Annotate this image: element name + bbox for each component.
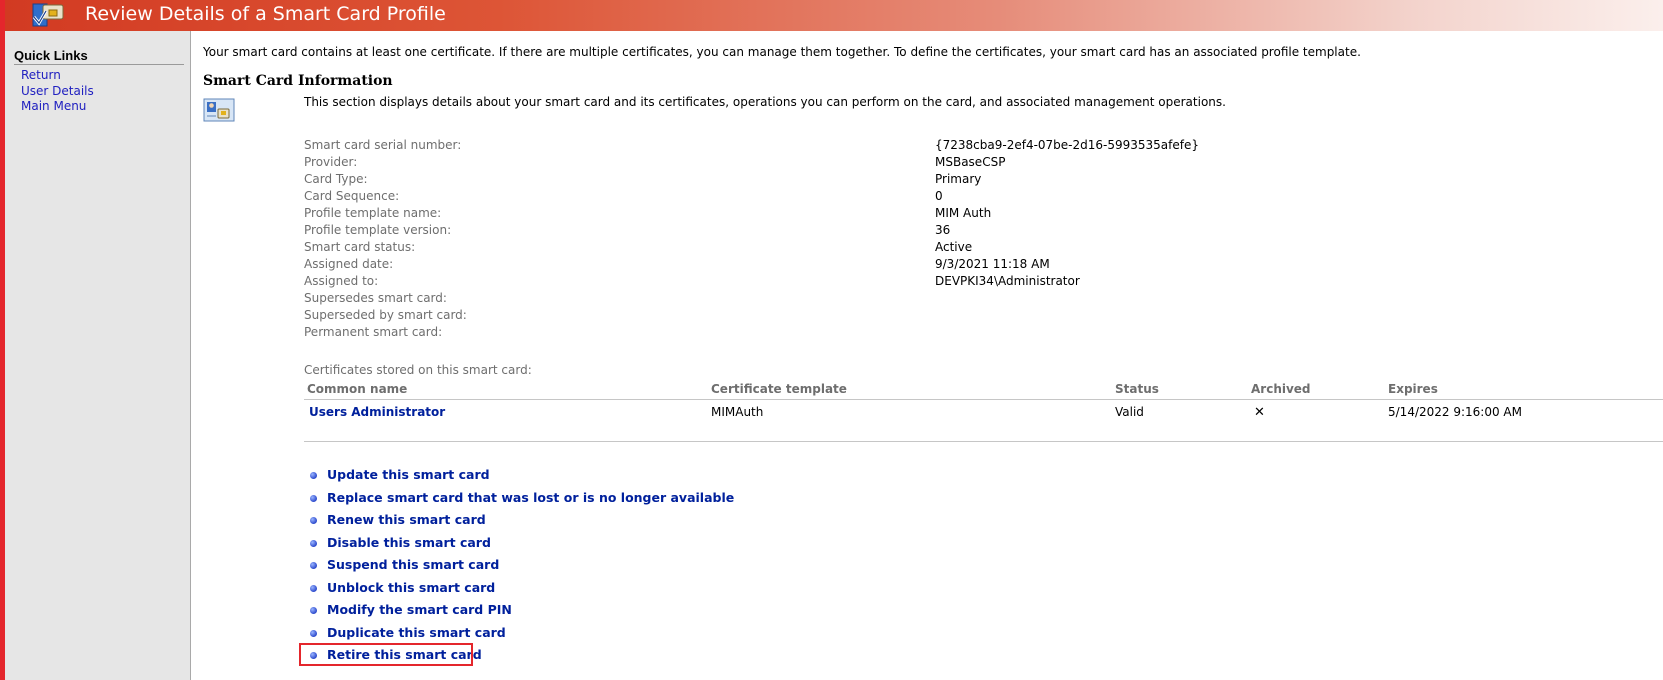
suspend-card-link[interactable]: Suspend this smart card bbox=[327, 554, 499, 577]
detail-label: Supersedes smart card: bbox=[304, 291, 447, 305]
detail-value: 36 bbox=[935, 223, 951, 237]
detail-value: DEVPKI34\Administrator bbox=[935, 274, 1080, 288]
detail-label: Card Type: bbox=[304, 172, 368, 186]
detail-label: Assigned date: bbox=[304, 257, 394, 271]
update-card-link[interactable]: Update this smart card bbox=[327, 464, 490, 487]
column-status: Status bbox=[1115, 382, 1159, 396]
smart-card-info-icon bbox=[203, 98, 235, 122]
table-row: Users Administrator MIMAuth Valid ✕ 5/14… bbox=[304, 400, 1663, 425]
bullet-icon bbox=[310, 539, 317, 547]
unblock-card-link[interactable]: Unblock this smart card bbox=[327, 577, 495, 600]
certificates-table: Common name Certificate template Status … bbox=[304, 379, 1663, 425]
detail-label: Superseded by smart card: bbox=[304, 308, 467, 322]
section-title: Smart Card Information bbox=[203, 73, 393, 89]
bullet-icon bbox=[310, 472, 317, 479]
certificate-expires-cell: 5/14/2022 9:16:00 AM bbox=[1388, 405, 1522, 419]
bullet-icon bbox=[310, 607, 317, 614]
certificate-template-cell: MIMAuth bbox=[711, 405, 764, 419]
renew-card-link[interactable]: Renew this smart card bbox=[327, 509, 486, 532]
column-expires: Expires bbox=[1388, 382, 1438, 396]
detail-label: Smart card status: bbox=[304, 240, 416, 254]
archived-x-icon: ✕ bbox=[1254, 405, 1265, 420]
bullet-icon bbox=[310, 562, 317, 569]
bullet-icon bbox=[310, 629, 317, 637]
intro-text: Your smart card contains at least one ce… bbox=[203, 45, 1361, 59]
bullet-icon bbox=[310, 494, 317, 502]
disable-card-link[interactable]: Disable this smart card bbox=[327, 532, 491, 555]
detail-value: 0 bbox=[935, 189, 943, 203]
quick-link-return[interactable]: Return bbox=[21, 68, 94, 84]
detail-label: Card Sequence: bbox=[304, 189, 400, 203]
detail-value: {7238cba9-2ef4-07be-2d16-5993535afefe} bbox=[935, 138, 1200, 152]
detail-value: MSBaseCSP bbox=[935, 155, 1006, 169]
quick-links-divider bbox=[14, 64, 184, 65]
quick-link-main-menu[interactable]: Main Menu bbox=[21, 99, 94, 115]
highlight-box bbox=[299, 643, 473, 666]
certificate-link[interactable]: Users Administrator bbox=[309, 405, 445, 419]
quick-links-title: Quick Links bbox=[14, 48, 88, 63]
detail-label: Profile template name: bbox=[304, 206, 442, 220]
duplicate-card-link[interactable]: Duplicate this smart card bbox=[327, 622, 506, 645]
certificate-status-cell: Valid bbox=[1115, 405, 1144, 419]
modify-pin-link[interactable]: Modify the smart card PIN bbox=[327, 599, 512, 622]
smart-card-check-icon bbox=[32, 3, 64, 27]
quick-links-sidebar: Quick Links Return User Details Main Men… bbox=[5, 31, 191, 680]
detail-label: Profile template version: bbox=[304, 223, 452, 237]
detail-value: Active bbox=[935, 240, 973, 254]
bullet-icon bbox=[310, 517, 317, 524]
detail-value: 9/3/2021 11:18 AM bbox=[935, 257, 1050, 271]
detail-label: Permanent smart card: bbox=[304, 325, 443, 339]
page-title: Review Details of a Smart Card Profile bbox=[85, 3, 446, 25]
detail-label: Smart card serial number: bbox=[304, 138, 462, 152]
section-description: This section displays details about your… bbox=[304, 95, 1226, 109]
table-bottom-divider bbox=[304, 441, 1663, 442]
detail-value: Primary bbox=[935, 172, 982, 186]
replace-card-link[interactable]: Replace smart card that was lost or is n… bbox=[327, 487, 734, 510]
bullet-icon bbox=[310, 584, 317, 592]
page-header: Review Details of a Smart Card Profile bbox=[0, 0, 1663, 31]
column-archived: Archived bbox=[1251, 382, 1311, 396]
detail-value: MIM Auth bbox=[935, 206, 992, 220]
column-certificate-template: Certificate template bbox=[711, 382, 847, 396]
table-header: Common name Certificate template Status … bbox=[304, 379, 1663, 400]
certificates-label: Certificates stored on this smart card: bbox=[304, 363, 532, 377]
quick-link-user-details[interactable]: User Details bbox=[21, 84, 94, 100]
detail-label: Provider: bbox=[304, 155, 358, 169]
detail-label: Assigned to: bbox=[304, 274, 379, 288]
column-common-name: Common name bbox=[307, 382, 408, 396]
